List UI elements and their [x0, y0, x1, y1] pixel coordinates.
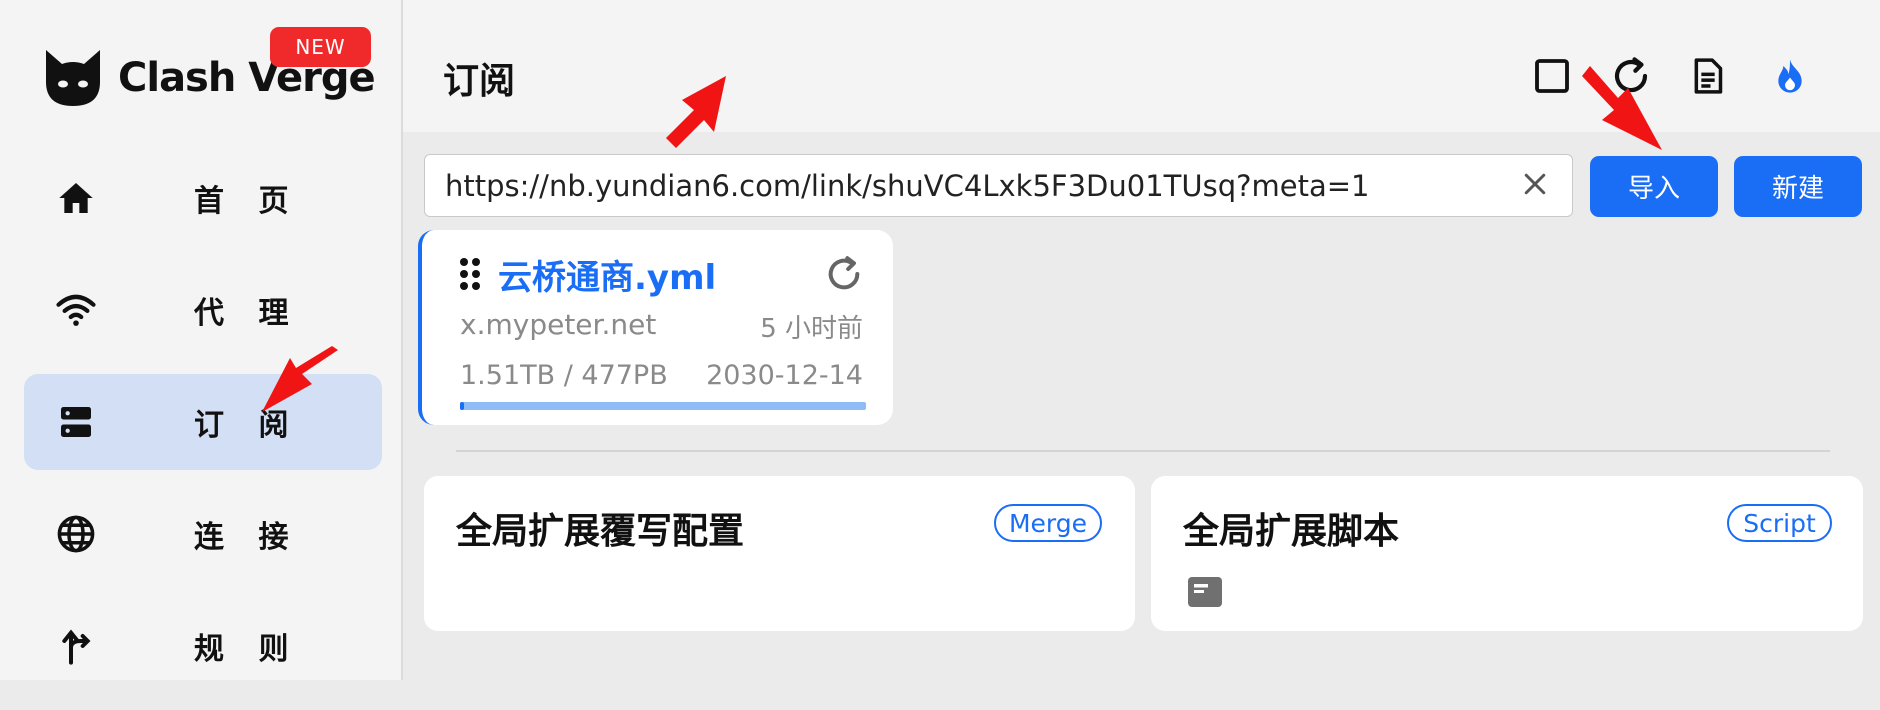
- subscription-url-field[interactable]: [424, 154, 1573, 217]
- sidebar-item-home[interactable]: 首 页: [24, 150, 382, 246]
- section-divider: [456, 450, 1830, 452]
- profile-usage: 1.51TB / 477PB: [460, 360, 668, 391]
- route-icon: [54, 624, 98, 668]
- profile-card[interactable]: 云桥通商.yml x.mypeter.net 5 小时前 1.51TB / 47…: [418, 230, 893, 425]
- sidebar-item-proxy[interactable]: 代 理: [24, 262, 382, 358]
- sidebar-item-label: 规 则: [194, 632, 301, 667]
- page-title: 订阅: [443, 61, 516, 102]
- import-button[interactable]: 导入: [1590, 156, 1718, 217]
- script-card-title: 全局扩展脚本: [1183, 511, 1400, 552]
- clear-icon[interactable]: [1520, 169, 1550, 199]
- profile-host: x.mypeter.net: [460, 308, 657, 341]
- globe-icon: [54, 512, 98, 556]
- wifi-icon: [54, 288, 98, 332]
- annotation-arrow-icon: [262, 346, 338, 412]
- sidebar-item-label: 代 理: [194, 296, 301, 331]
- sidebar-nav: 首 页 代 理 订 阅 连 接 规 则: [24, 150, 382, 710]
- usage-progress-bar: [460, 402, 866, 410]
- sidebar-item-connections[interactable]: 连 接: [24, 486, 382, 582]
- sidebar: Clash Verge NEW 首 页 代 理 订 阅 连 接 规 则: [0, 0, 403, 680]
- subscription-url-input[interactable]: [443, 165, 1507, 207]
- profile-updated-time: 5 小时前: [760, 314, 863, 344]
- sidebar-item-label: 连 接: [194, 520, 301, 555]
- new-badge: NEW: [270, 27, 371, 67]
- profile-refresh-icon[interactable]: [824, 254, 864, 294]
- usage-progress-fill: [460, 402, 465, 410]
- global-script-card[interactable]: 全局扩展脚本 Script: [1151, 476, 1863, 631]
- drag-handle-icon[interactable]: [458, 256, 482, 296]
- flame-icon[interactable]: [1768, 54, 1812, 98]
- annotation-arrow-icon: [1582, 66, 1662, 150]
- script-file-icon[interactable]: [1187, 576, 1223, 612]
- server-icon: [54, 400, 98, 444]
- merge-card-title: 全局扩展覆写配置: [456, 511, 745, 552]
- sidebar-item-label: 首 页: [194, 184, 301, 219]
- annotation-arrow-icon: [666, 76, 726, 148]
- square-icon[interactable]: [1530, 54, 1574, 98]
- home-icon: [54, 176, 98, 220]
- profile-expire-date: 2030-12-14: [706, 360, 863, 391]
- script-badge: Script: [1727, 504, 1832, 542]
- cat-logo-icon: [46, 50, 100, 106]
- document-icon[interactable]: [1686, 54, 1730, 98]
- merge-badge: Merge: [994, 504, 1102, 542]
- global-merge-card[interactable]: 全局扩展覆写配置 Merge: [424, 476, 1135, 631]
- new-profile-button[interactable]: 新建: [1734, 156, 1862, 217]
- profile-name: 云桥通商.yml: [498, 258, 717, 298]
